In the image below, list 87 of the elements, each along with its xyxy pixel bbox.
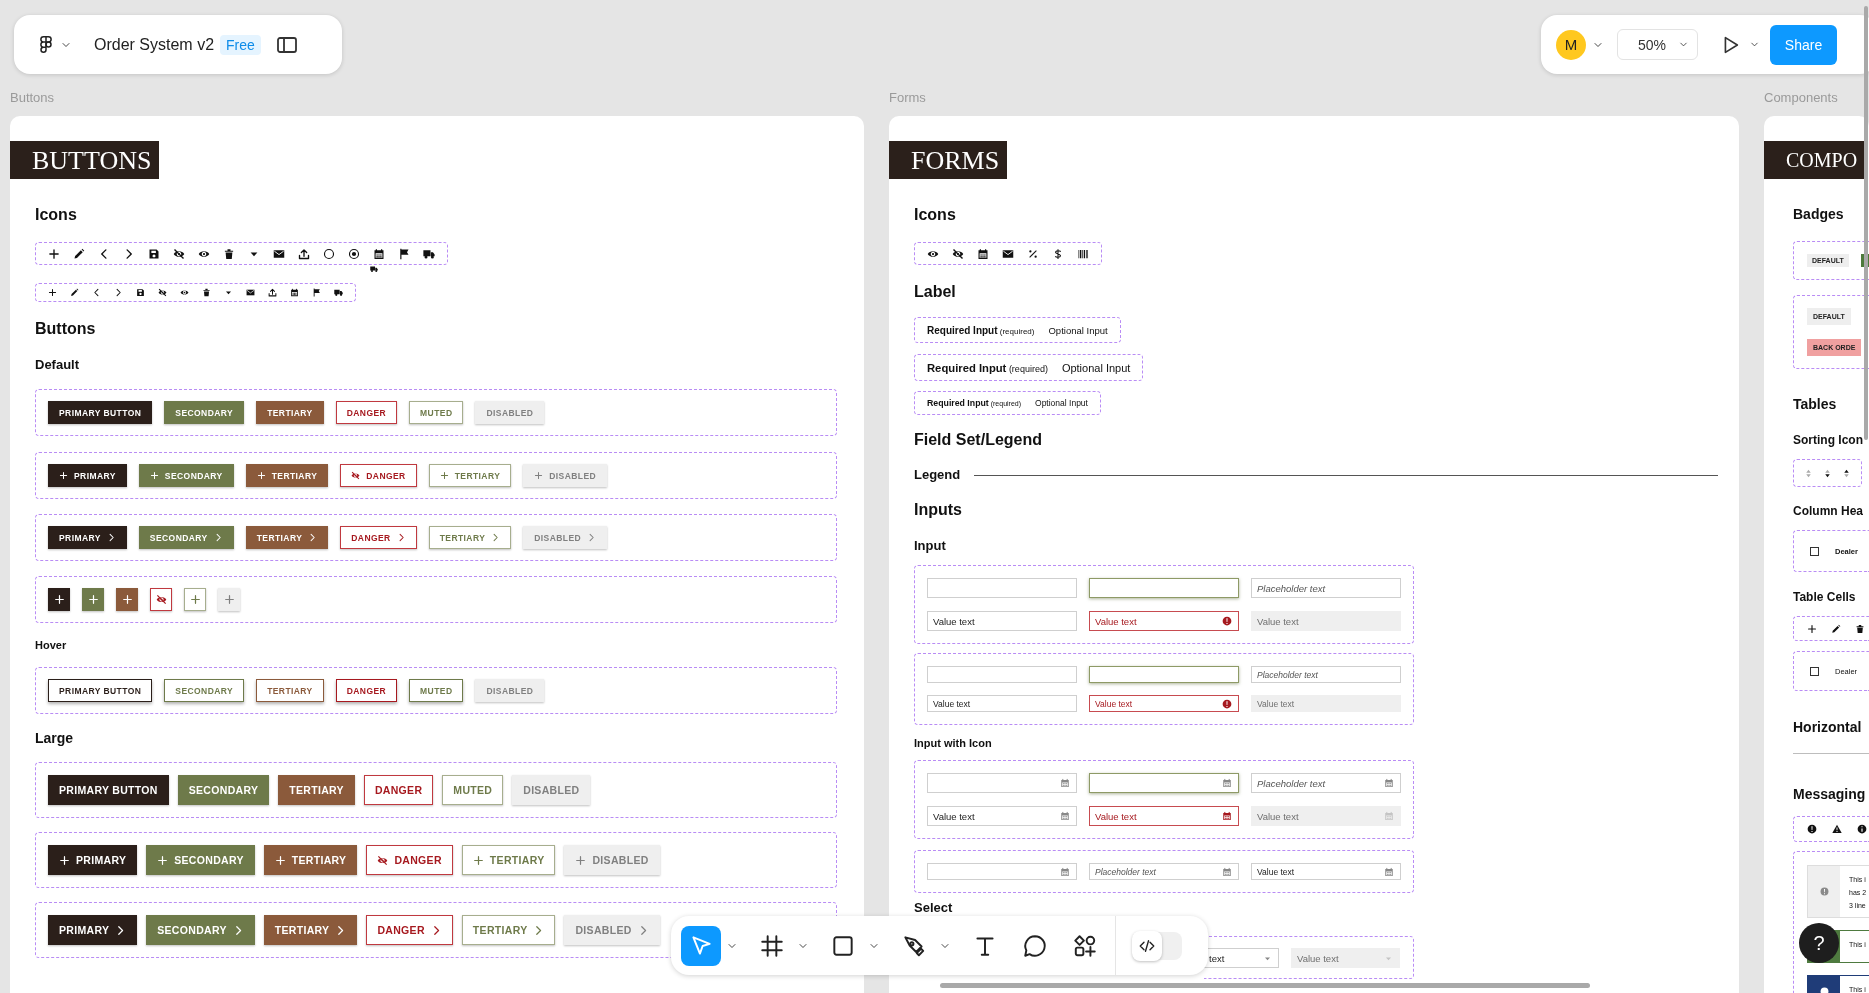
section-heading: Label (914, 282, 956, 302)
date-field[interactable]: Placeholder text (1089, 863, 1239, 880)
tertiary-button[interactable]: TERTIARY (245, 526, 329, 549)
input-field[interactable]: Value text (1089, 695, 1239, 712)
secondary-button[interactable]: SECONDARY (146, 915, 255, 945)
field-label: Required Input (required) (927, 324, 1035, 336)
input-field[interactable]: Value text (927, 695, 1077, 712)
section-heading: Field Set/Legend (914, 430, 1042, 450)
field-label: Optional Input (1061, 361, 1131, 374)
tertiary-button[interactable]: TERTIARY (263, 915, 358, 945)
danger-button[interactable]: DANGER (335, 401, 398, 424)
section-heading: Tables (1793, 395, 1837, 414)
group-caption: Input with Icon (914, 736, 992, 750)
primary-button[interactable]: PRIMARY BUTTON (48, 679, 153, 702)
section-heading: Messaging (1793, 785, 1866, 804)
secondary-button[interactable]: SECONDARY (146, 845, 255, 875)
frame-label: Forms (889, 90, 927, 106)
secondary-button[interactable]: SECONDARY (164, 401, 245, 424)
secondary-button[interactable]: SECONDARY (177, 775, 270, 805)
tertiary-button[interactable]: TERTIARY (245, 464, 329, 487)
date-field[interactable]: Placeholder text (1251, 773, 1401, 793)
muted-button[interactable]: TERTIARY (428, 526, 512, 549)
danger-button[interactable]: DANGER (366, 915, 453, 945)
select-field[interactable]: text (1204, 948, 1279, 968)
date-field[interactable]: Value text (1251, 806, 1401, 826)
date-field[interactable]: Value text (927, 806, 1077, 826)
tertiary-button[interactable]: TERTIARY (256, 679, 324, 702)
primary-button[interactable]: PRIMARY (48, 464, 127, 487)
share-button[interactable]: Share (1770, 24, 1837, 65)
subsection-heading: Default (35, 357, 80, 373)
secondary-button[interactable]: SECONDARY (138, 526, 234, 549)
frame-label: Components (1764, 90, 1839, 106)
subsection-heading: Table Cells (1793, 589, 1856, 605)
section-heading: Inputs (914, 500, 962, 520)
frame-title: FORMS (889, 141, 1008, 179)
tertiary-button[interactable]: TERTIARY (263, 845, 358, 875)
subsection-heading: Input (914, 538, 946, 554)
subsection-heading: Select (914, 900, 953, 916)
danger-button[interactable]: DANGER (363, 775, 434, 805)
primary-button[interactable]: PRIMARY (48, 845, 138, 875)
tertiary-button[interactable]: TERTIARY (278, 775, 355, 805)
muted-button[interactable]: MUTED (409, 401, 464, 424)
primary-button[interactable]: PRIMARY (48, 526, 127, 549)
zoom-dropdown[interactable]: 50% (1617, 29, 1698, 60)
primary-button[interactable]: PRIMARY BUTTON (48, 775, 169, 805)
danger-button[interactable]: DANGER (366, 845, 453, 875)
frame-label: Buttons (10, 90, 56, 106)
frame-title: BUTTONS (10, 141, 160, 179)
input-field[interactable]: Placeholder text (1251, 578, 1401, 598)
muted-button[interactable]: TERTIARY (461, 915, 556, 945)
date-field[interactable]: Value text (1089, 806, 1239, 826)
section-heading: Horizontal (1793, 718, 1862, 737)
select-field[interactable]: Value text (1291, 948, 1400, 968)
section-heading: Large (35, 730, 74, 746)
secondary-button[interactable]: SECONDARY (138, 464, 234, 487)
date-field[interactable]: Value text (1251, 863, 1401, 880)
muted-button[interactable]: MUTED (442, 775, 504, 805)
file-name: Order System v2 (94, 35, 215, 54)
field-label: Optional Input (1035, 398, 1088, 408)
secondary-button[interactable]: SECONDARY (164, 679, 245, 702)
danger-button[interactable]: DANGER (340, 526, 417, 549)
primary-button[interactable]: PRIMARY BUTTON (48, 401, 153, 424)
primary-button[interactable]: PRIMARY (48, 915, 138, 945)
section-heading: Buttons (35, 319, 96, 339)
input-field[interactable]: Value text (1089, 611, 1239, 631)
muted-button[interactable]: TERTIARY (428, 464, 512, 487)
plan-badge: Free (220, 34, 261, 55)
danger-button[interactable]: DANGER (340, 464, 417, 487)
input-field[interactable]: Placeholder text (1251, 666, 1401, 683)
section-heading: Icons (35, 205, 77, 225)
tertiary-button[interactable]: TERTIARY (256, 401, 324, 424)
group-caption: Hover (35, 638, 67, 652)
subsection-heading: Sorting Icon (1793, 432, 1863, 448)
section-heading: Badges (1793, 205, 1844, 224)
input-field[interactable]: Value text (1251, 611, 1401, 631)
input-field[interactable]: Value text (1251, 695, 1401, 712)
field-label: Optional Input (1048, 324, 1108, 336)
field-label: Required Input (required) (927, 361, 1048, 374)
avatar[interactable]: M (1556, 29, 1586, 60)
frame-title: COMPO (1764, 141, 1866, 179)
muted-button[interactable]: MUTED (409, 679, 464, 702)
muted-button[interactable]: TERTIARY (461, 845, 556, 875)
subsection-heading: Column Hea (1793, 503, 1863, 519)
section-heading: Icons (914, 205, 956, 225)
input-field[interactable]: Value text (927, 611, 1077, 631)
danger-button[interactable]: DANGER (335, 679, 398, 702)
legend-text: Legend (914, 467, 961, 483)
